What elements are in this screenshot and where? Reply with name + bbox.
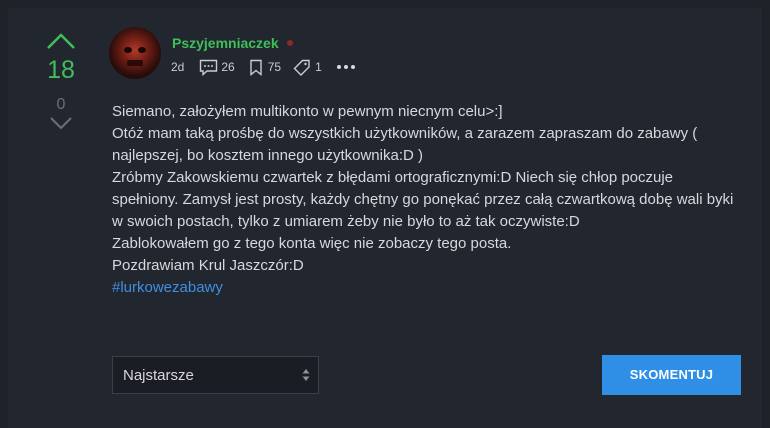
post-time[interactable]: 2d bbox=[171, 60, 184, 74]
comments-count-value: 26 bbox=[221, 60, 235, 74]
select-arrows-icon bbox=[302, 369, 310, 381]
tags-count[interactable]: 1 bbox=[293, 59, 322, 76]
post-meta: 2d 26 75 1 bbox=[171, 58, 356, 76]
hashtag-link[interactable]: #lurkowezabawy bbox=[112, 279, 223, 296]
favorites-count[interactable]: 75 bbox=[249, 59, 281, 76]
tag-icon bbox=[293, 59, 310, 76]
comment-icon bbox=[200, 59, 218, 76]
upvote-arrow-icon[interactable] bbox=[46, 32, 76, 50]
downvote-arrow-icon[interactable] bbox=[49, 116, 73, 130]
post-line: Zablokowałem go z tego konta więc nie zo… bbox=[112, 235, 512, 252]
bookmark-icon bbox=[250, 59, 262, 76]
post-line: Zróbmy Zakowskiemu czwartek z błędami or… bbox=[112, 169, 734, 230]
avatar-eye bbox=[124, 47, 132, 53]
favorites-count-value: 75 bbox=[267, 60, 282, 74]
author-name[interactable]: Pszyjemniaczek bbox=[172, 35, 279, 51]
status-dot bbox=[287, 40, 293, 46]
sort-selected-value: Najstarsze bbox=[123, 367, 194, 384]
downvote-count: 0 bbox=[56, 96, 66, 113]
tags-count-value: 1 bbox=[315, 60, 322, 74]
sort-select[interactable]: Najstarsze bbox=[112, 356, 319, 394]
post-line: Siemano, założyłem multikonto w pewnym n… bbox=[112, 103, 503, 120]
more-options-button[interactable] bbox=[336, 64, 356, 70]
vote-panel: 18 0 bbox=[36, 32, 86, 130]
avatar[interactable] bbox=[109, 27, 161, 79]
comments-count[interactable]: 26 bbox=[199, 59, 235, 76]
vote-score: 18 bbox=[47, 56, 75, 84]
post-line: Otóż mam taką prośbę do wszystkich użytk… bbox=[112, 125, 698, 164]
avatar-eye bbox=[138, 47, 146, 53]
avatar-mouth bbox=[127, 60, 143, 66]
more-dots-icon bbox=[336, 65, 355, 69]
post-line: Pozdrawiam Krul Jaszczór:D bbox=[112, 257, 304, 274]
comment-button[interactable]: SKOMENTUJ bbox=[602, 355, 741, 395]
post-body: Siemano, założyłem multikonto w pewnym n… bbox=[112, 101, 742, 299]
